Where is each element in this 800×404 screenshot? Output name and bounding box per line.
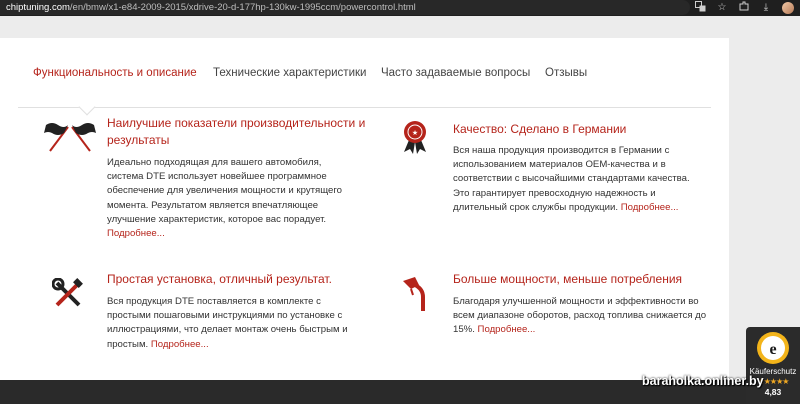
address-bar[interactable]: chiptuning.com/en/bmw/x1-e84-2009-2015/x…: [0, 0, 690, 15]
url-domain: chiptuning.com: [6, 2, 70, 13]
rating-score: 4,83: [764, 387, 782, 397]
feature-text: Вся наша продукция производится в Герман…: [453, 144, 703, 215]
wrench-screwdriver-icon: [51, 277, 112, 314]
translate-icon[interactable]: [694, 0, 706, 15]
page-content: Функциональность и описание Технические …: [0, 16, 800, 404]
quality-seal-icon: ★: [401, 120, 461, 156]
feature-title: Больше мощности, меньше потребления: [453, 272, 683, 286]
feature-text: Благодаря улучшенной мощности и эффектив…: [453, 295, 708, 338]
more-link[interactable]: Подробнее...: [621, 202, 679, 213]
tab-reviews[interactable]: Отзывы: [545, 67, 587, 79]
feature-text: Вся продукция DTE поставляется в комплек…: [107, 295, 357, 352]
url-path: /en/bmw/x1-e84-2009-2015/xdrive-20-d-177…: [69, 2, 416, 13]
racing-flags-icon: [44, 121, 104, 157]
more-link[interactable]: Подробнее...: [151, 339, 209, 350]
profile-avatar[interactable]: [782, 1, 794, 14]
tab-faq[interactable]: Часто задаваемые вопросы: [381, 67, 530, 79]
browser-toolbar: chiptuning.com/en/bmw/x1-e84-2009-2015/x…: [0, 0, 800, 16]
trusted-shops-seal-icon: e: [756, 331, 790, 365]
download-icon[interactable]: ⤓: [760, 2, 772, 13]
more-link[interactable]: Подробнее...: [107, 228, 165, 239]
feature-text: Идеально подходящая для вашего автомобил…: [107, 156, 357, 241]
star-icon[interactable]: ☆: [716, 2, 728, 13]
feature-body: Вся продукция DTE поставляется в комплек…: [107, 296, 348, 350]
feature-title: Простая установка, отличный результат.: [107, 272, 332, 286]
tab-functionality[interactable]: Функциональность и описание: [33, 67, 197, 79]
trusted-shops-badge[interactable]: e Käuferschutz ★★★★★ 4,83: [746, 327, 800, 404]
watermark: baraholka.onliner.by: [642, 374, 764, 388]
svg-text:e: e: [769, 341, 776, 358]
feature-body: Идеально подходящая для вашего автомобил…: [107, 157, 342, 225]
feature-title: Качество: Сделано в Германии: [453, 122, 627, 136]
svg-text:★: ★: [412, 129, 418, 137]
fuel-nozzle-icon: [401, 275, 461, 311]
extensions-icon[interactable]: [738, 1, 750, 14]
tab-bar: Функциональность и описание Технические …: [18, 38, 711, 108]
feature-title: Наилучшие показатели производительности …: [107, 116, 366, 147]
more-link[interactable]: Подробнее...: [478, 324, 536, 335]
tab-specifications[interactable]: Технические характеристики: [213, 67, 366, 79]
